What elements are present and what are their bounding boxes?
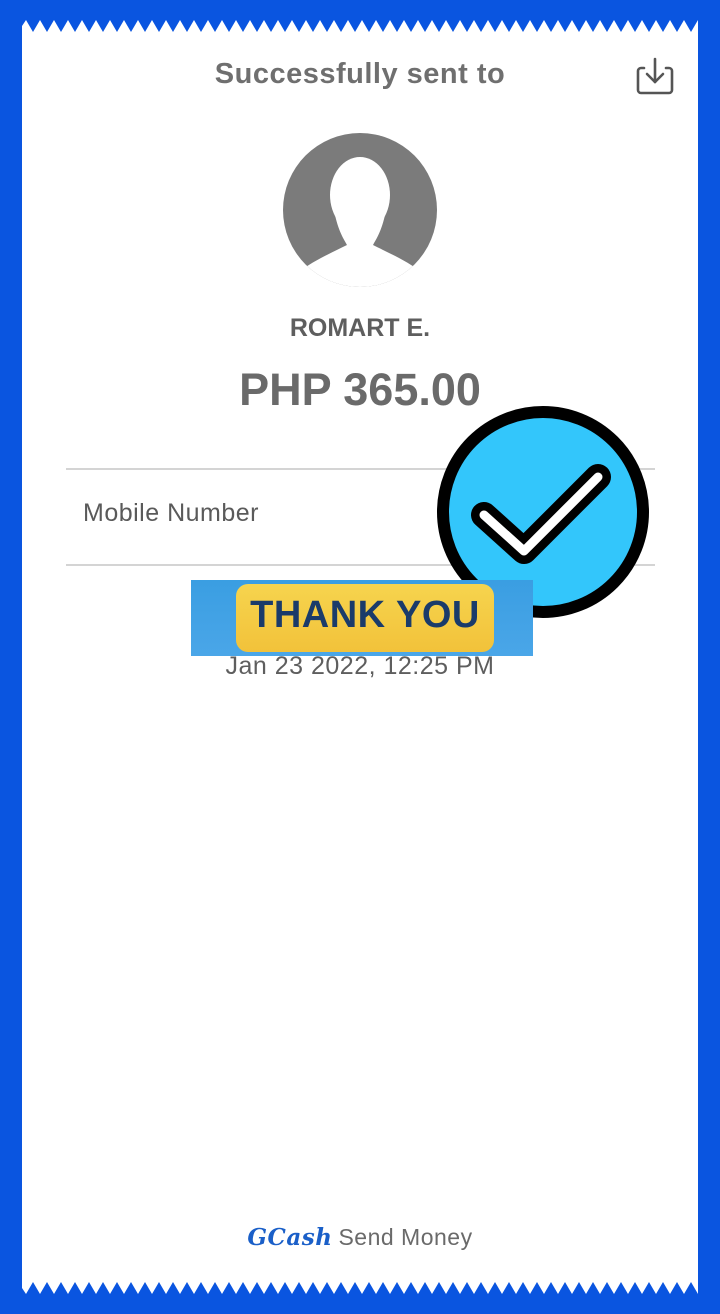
mobile-number-label: Mobile Number (83, 499, 260, 527)
gcash-logo: GCash (247, 1224, 333, 1251)
download-icon (636, 57, 674, 95)
receipt-card: Successfully sent to ROMART E. PHP 365.0… (22, 18, 698, 1296)
page-title: Successfully sent to (214, 58, 506, 90)
thank-you-text: THANK YOU (250, 594, 480, 636)
recipient-name: ROMART E. (289, 314, 431, 342)
thank-you-banner: THANK YOU (191, 580, 533, 656)
person-silhouette-icon (283, 133, 437, 287)
download-button[interactable] (636, 56, 674, 96)
footer-service: Send Money (338, 1224, 473, 1250)
receipt-zigzag-bottom (22, 1282, 698, 1296)
transaction-datetime: Jan 23 2022, 12:25 PM (225, 652, 495, 680)
footer: GCash Send Money (22, 1224, 698, 1251)
receipt-zigzag-top (22, 18, 698, 32)
